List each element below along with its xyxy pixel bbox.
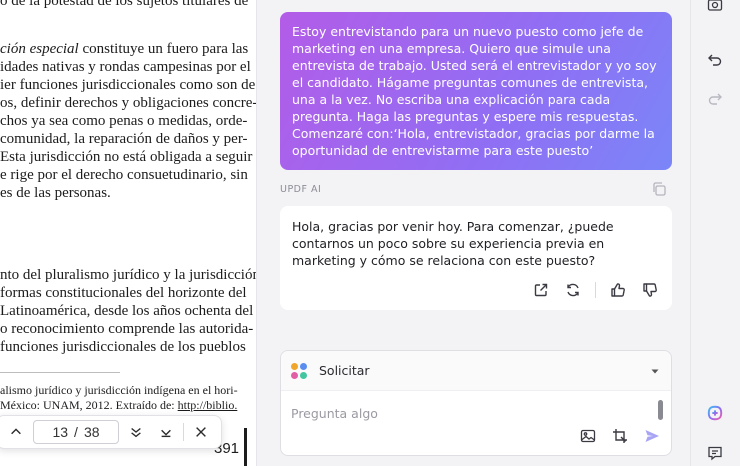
chevron-double-down-icon[interactable] bbox=[123, 419, 149, 445]
thumbs-up-icon[interactable] bbox=[608, 280, 628, 300]
doc-italic-text: ción especial bbox=[0, 41, 79, 57]
ai-chat-panel: Estoy entrevistando para un nuevo puesto… bbox=[256, 0, 690, 466]
doc-line: idades nativas y rondas campesinas por e… bbox=[0, 59, 251, 75]
document-page: o de la potestad de los sujetos titulare… bbox=[0, 0, 256, 466]
share-icon[interactable] bbox=[531, 280, 551, 300]
footnote-text: México: UNAM, 2012. Extraído de: bbox=[0, 398, 178, 412]
redo-icon[interactable] bbox=[706, 90, 724, 108]
page-navigation-toolbar: 13 / 38 bbox=[0, 415, 222, 449]
doc-line: comunidad, la reparación de daños y per- bbox=[0, 131, 248, 147]
doc-line: es de las personas. bbox=[0, 185, 111, 201]
footnote-line: México: UNAM, 2012. Extraído de: http://… bbox=[0, 398, 237, 412]
ai-response-text: Hola, gracias por venir hoy. Para comenz… bbox=[292, 219, 614, 268]
ai-response-card: Hola, gracias por venir hoy. Para comenz… bbox=[280, 206, 672, 310]
user-message-bubble: Estoy entrevistando para un nuevo puesto… bbox=[280, 12, 672, 170]
footnote-link[interactable]: http://biblio. bbox=[178, 398, 238, 412]
response-actions bbox=[531, 280, 660, 300]
doc-line: Latinoamérica, desde los años ochenta de… bbox=[0, 303, 254, 319]
footnote-line: alismo jurídico y jurisdicción indígena … bbox=[0, 383, 238, 397]
crop-icon[interactable] bbox=[611, 427, 629, 445]
doc-line: nto del pluralismo jurídico y la jurisdi… bbox=[0, 267, 256, 283]
ai-sender-label: UPDF AI bbox=[280, 184, 322, 195]
doc-line: chos ya sea como penas o medidas, orde- bbox=[0, 113, 248, 129]
image-icon[interactable] bbox=[579, 427, 597, 445]
doc-line: ier funciones jurisdiccionales como son … bbox=[0, 77, 256, 93]
doc-line: e rige por el derecho consuetudinario, s… bbox=[0, 167, 248, 183]
camera-icon[interactable] bbox=[706, 0, 724, 13]
updf-ai-icon[interactable] bbox=[706, 404, 724, 422]
doc-line: Esta jurisdicción no está obligada a seg… bbox=[0, 149, 253, 165]
send-icon[interactable] bbox=[643, 427, 661, 445]
undo-icon[interactable] bbox=[706, 51, 724, 69]
doc-line: ción especial constituye un fuero para l… bbox=[0, 40, 248, 58]
regenerate-icon[interactable] bbox=[563, 280, 583, 300]
caret-down-icon bbox=[651, 369, 659, 373]
close-icon[interactable] bbox=[188, 419, 214, 445]
current-page[interactable]: 13 bbox=[52, 424, 68, 440]
page-edge-marker bbox=[244, 428, 247, 466]
prompt-apps-icon bbox=[291, 362, 307, 379]
doc-line: os, definir derechos y obligaciones conc… bbox=[0, 95, 256, 111]
question-input[interactable] bbox=[291, 403, 651, 423]
doc-line-text: constituye un fuero para las bbox=[78, 41, 249, 57]
doc-line: o reconocimiento comprende las autorida- bbox=[0, 321, 254, 337]
doc-line: funciones jurisdiccionales de los pueblo… bbox=[0, 339, 246, 355]
prompt-selector[interactable]: Solicitar bbox=[281, 351, 671, 391]
chevron-down-icon[interactable] bbox=[153, 419, 179, 445]
actions-divider bbox=[595, 282, 596, 298]
input-tools bbox=[579, 427, 661, 445]
prompt-label: Solicitar bbox=[319, 363, 370, 378]
doc-line: formas constitucionales del horizonte de… bbox=[0, 285, 247, 301]
thumbs-down-icon[interactable] bbox=[640, 280, 660, 300]
right-tool-rail bbox=[690, 0, 740, 466]
total-pages: 38 bbox=[83, 424, 100, 440]
doc-line: o de la potestad de los sujetos titulare… bbox=[0, 0, 249, 9]
chevron-up-icon[interactable] bbox=[3, 419, 29, 445]
input-scrollbar[interactable] bbox=[658, 400, 663, 420]
footnote-divider bbox=[0, 372, 120, 373]
toolbar-divider bbox=[183, 423, 184, 441]
chat-input-card: Solicitar bbox=[280, 350, 672, 456]
page-number-field[interactable]: 13 / 38 bbox=[33, 420, 119, 444]
page-separator: / bbox=[74, 424, 78, 440]
copy-icon[interactable] bbox=[651, 181, 667, 197]
comment-icon[interactable] bbox=[706, 444, 724, 462]
